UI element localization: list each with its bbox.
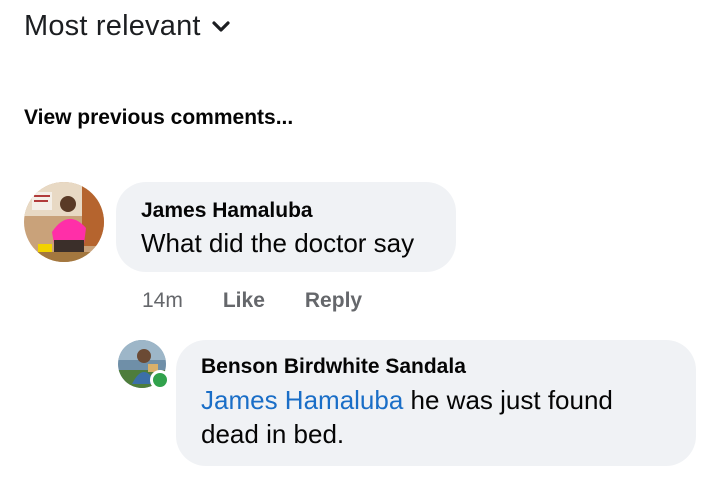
view-previous-comments-link[interactable]: View previous comments... xyxy=(24,106,293,130)
reply-author[interactable]: Benson Birdwhite Sandala xyxy=(201,355,466,379)
comment-actions: 14m Like Reply xyxy=(142,286,362,316)
like-button[interactable]: Like xyxy=(223,289,265,313)
mention-link[interactable]: James Hamaluba xyxy=(201,385,403,415)
sort-label: Most relevant xyxy=(24,9,201,42)
reply-text: James Hamaluba he was just found dead in… xyxy=(201,383,671,451)
comment-bubble: James Hamaluba What did the doctor say xyxy=(116,182,456,272)
online-status-indicator xyxy=(150,370,170,390)
reply-bubble: Benson Birdwhite Sandala James Hamaluba … xyxy=(176,340,696,466)
chevron-down-icon xyxy=(211,17,231,37)
avatar-james-hamaluba[interactable] xyxy=(24,182,104,262)
comment-author[interactable]: James Hamaluba xyxy=(141,199,313,223)
comment-text: What did the doctor say xyxy=(141,228,415,258)
comment-timestamp[interactable]: 14m xyxy=(142,289,183,313)
reply-button[interactable]: Reply xyxy=(305,289,362,313)
sort-dropdown[interactable]: Most relevant xyxy=(24,6,231,46)
